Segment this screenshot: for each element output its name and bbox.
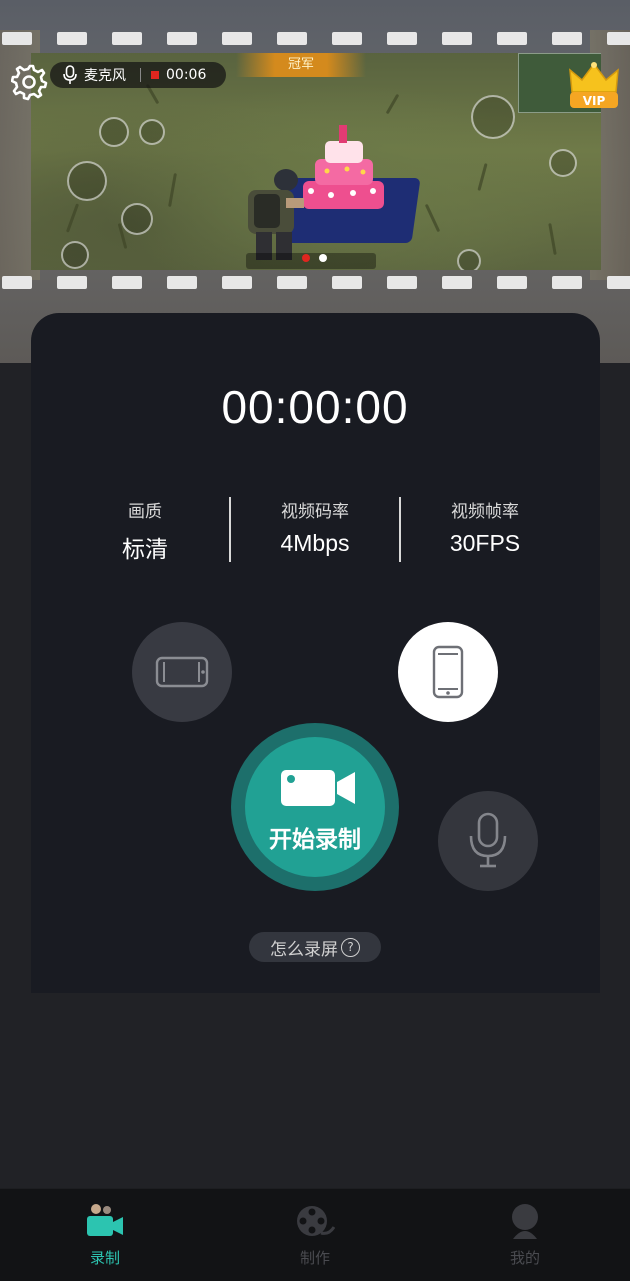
- how-to-record-label: 怎么录屏: [270, 939, 338, 960]
- recording-elapsed-time: 00:06: [166, 67, 207, 83]
- tab-create[interactable]: 制作: [210, 1189, 420, 1281]
- camera-icon: [87, 1204, 123, 1236]
- stat-bitrate-label: 视频码率: [281, 502, 349, 522]
- tab-create-label: 制作: [299, 1249, 330, 1267]
- stat-divider: [399, 497, 401, 562]
- tab-record[interactable]: 录制: [0, 1189, 210, 1281]
- video-camera-icon: [281, 770, 355, 806]
- recording-status-pill: 麦克风 00:06: [50, 62, 226, 88]
- tab-profile[interactable]: 我的: [420, 1189, 630, 1281]
- record-timer: 00:00:00: [221, 381, 409, 433]
- gear-icon[interactable]: [11, 63, 49, 101]
- microphone-icon: [63, 65, 77, 84]
- microphone-icon: [469, 812, 507, 868]
- film-strip-bottom: [0, 276, 630, 290]
- question-mark-icon: ?: [341, 937, 360, 957]
- landscape-mode-button[interactable]: [132, 622, 232, 722]
- how-to-record-link[interactable]: 怎么录屏 ?: [249, 932, 381, 962]
- microphone-toggle-button[interactable]: [438, 791, 538, 891]
- tab-profile-label: 我的: [509, 1249, 540, 1267]
- game-cake: [303, 125, 384, 209]
- vip-crown-icon[interactable]: VIP: [566, 62, 622, 112]
- vip-label: VIP: [583, 94, 606, 108]
- recording-preview-area: 冠军: [0, 0, 630, 363]
- landscape-phone-icon: [155, 656, 209, 688]
- game-banner-text: 冠军: [236, 53, 366, 77]
- portrait-phone-icon: [432, 645, 464, 699]
- tab-record-label: 录制: [89, 1249, 120, 1267]
- recording-indicator-icon: [151, 71, 159, 79]
- stat-quality-label: 画质: [128, 502, 162, 522]
- pill-divider: [140, 68, 141, 82]
- mic-label: 麦克风: [84, 68, 126, 84]
- game-health-dots: [302, 254, 327, 262]
- stat-bitrate-value: 4Mbps: [280, 530, 350, 556]
- stat-framerate-label: 视频帧率: [451, 502, 519, 522]
- bottom-tab-bar: 录制 制作 我的: [0, 1188, 630, 1281]
- stat-bitrate[interactable]: 视频码率 4Mbps: [235, 500, 395, 557]
- film-reel-icon: [297, 1206, 335, 1236]
- stat-framerate[interactable]: 视频帧率 30FPS: [405, 500, 565, 557]
- profile-icon: [512, 1204, 538, 1239]
- game-soldier: [248, 169, 304, 260]
- stat-quality[interactable]: 画质 标清: [65, 500, 225, 564]
- stat-quality-value: 标清: [122, 536, 168, 562]
- start-record-label: 开始录制: [269, 827, 361, 853]
- stat-divider: [229, 497, 231, 562]
- film-strip-top: [0, 32, 630, 46]
- stat-framerate-value: 30FPS: [449, 530, 521, 556]
- portrait-mode-button[interactable]: [398, 622, 498, 722]
